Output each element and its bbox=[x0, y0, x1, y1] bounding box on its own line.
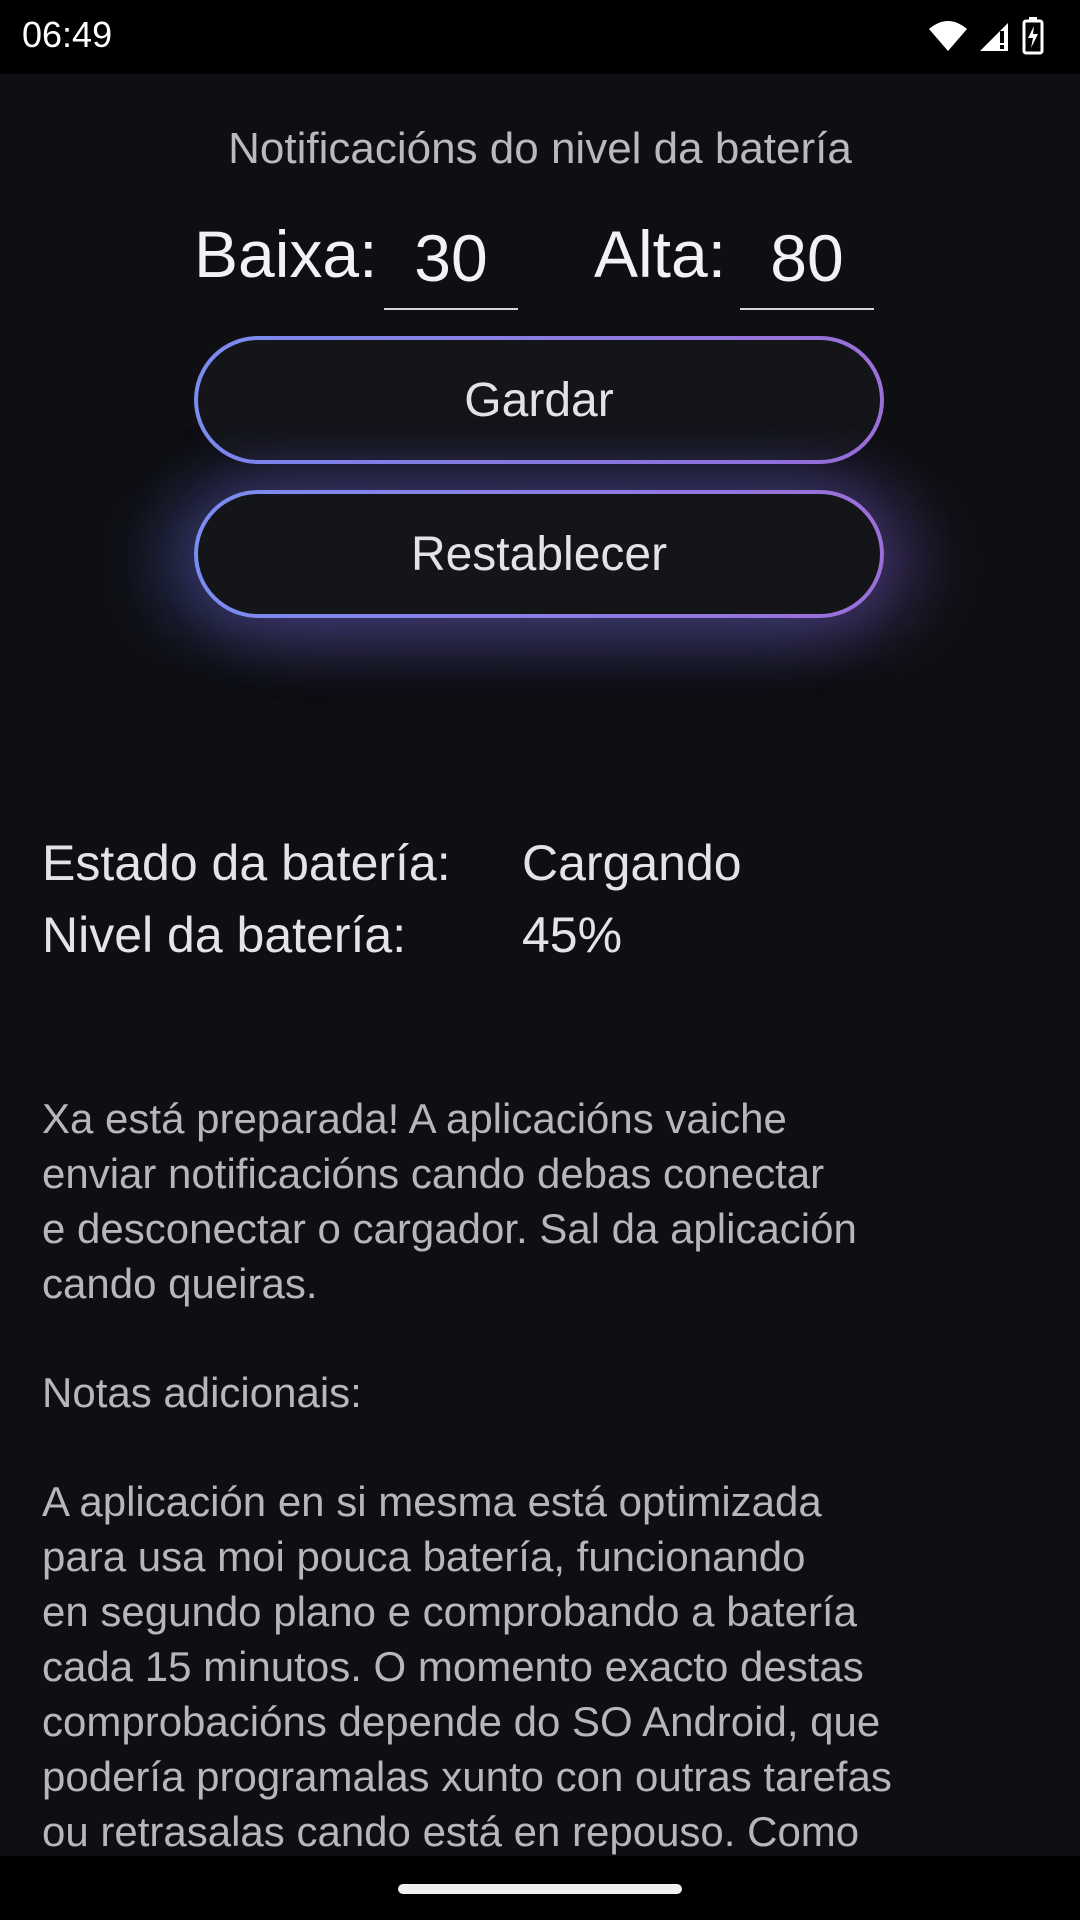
reset-button[interactable]: Restablecer bbox=[194, 490, 884, 618]
threshold-row: Baixa: 30 Alta: 80 bbox=[0, 210, 1080, 310]
home-gesture-handle[interactable] bbox=[398, 1884, 682, 1894]
notifications-title: Notificacións do nivel da batería bbox=[228, 124, 852, 173]
high-label: Alta: bbox=[594, 217, 727, 291]
high-threshold-input[interactable]: 80 bbox=[740, 218, 874, 310]
battery-level-row: Nivel da batería: 45% bbox=[42, 906, 622, 964]
wifi-icon bbox=[928, 19, 968, 53]
ready-message: Xa está preparada! A aplicacións vaiche … bbox=[42, 1095, 857, 1307]
battery-state-label: Estado da batería: bbox=[42, 835, 451, 891]
battery-charging-icon bbox=[1022, 17, 1044, 55]
battery-level-label: Nivel da batería: bbox=[42, 907, 407, 963]
battery-level-value: 45% bbox=[522, 907, 623, 963]
status-bar: 06:49 bbox=[0, 0, 1080, 74]
notes-text: A aplicación en si mesma está optimizada… bbox=[42, 1478, 892, 1855]
low-label: Baixa: bbox=[194, 217, 378, 291]
notes-heading: Notas adicionais: bbox=[42, 1369, 362, 1416]
battery-state-value: Cargando bbox=[522, 835, 742, 891]
save-button[interactable]: Gardar bbox=[194, 336, 884, 464]
system-icons bbox=[928, 16, 1044, 56]
signal-icon bbox=[978, 19, 1012, 53]
battery-state-row: Estado da batería: Cargando bbox=[42, 834, 742, 892]
status-time: 06:49 bbox=[22, 14, 113, 55]
low-threshold-input[interactable]: 30 bbox=[384, 218, 518, 310]
